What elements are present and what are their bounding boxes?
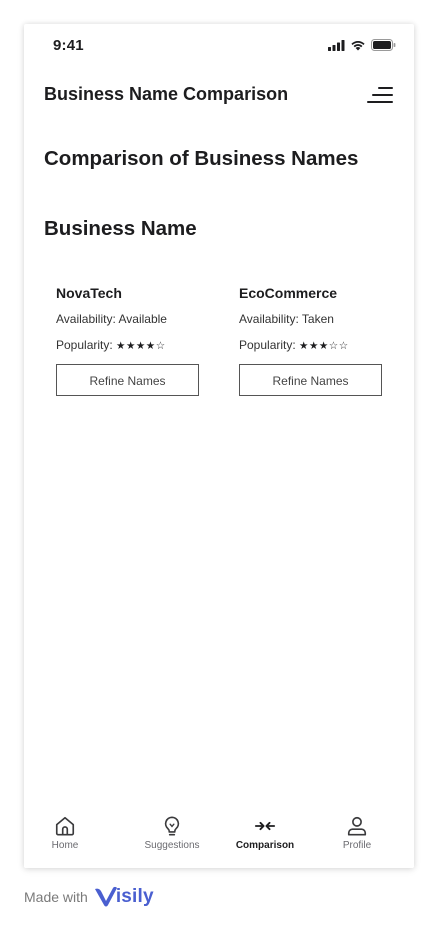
status-icons (328, 39, 396, 51)
phone-screen: 9:41 Business Name Comparison Comparison… (24, 24, 414, 868)
header-title: Business Name Comparison (44, 84, 289, 104)
made-with-text: Made with (24, 889, 88, 905)
section-title: Business Name (44, 217, 197, 240)
popularity-row: Popularity: ★★★★☆ (56, 337, 201, 355)
made-with-footer: Made with isily (24, 886, 154, 908)
tab-label: Profile (342, 840, 372, 851)
business-name-card: NovaTech Availability: Available Popular… (56, 284, 201, 396)
visily-v-icon (94, 886, 117, 907)
menu-lines-icon (367, 87, 393, 103)
home-icon (55, 816, 75, 836)
business-name: EcoCommerce (239, 285, 338, 301)
battery-icon (371, 39, 396, 51)
refine-names-button[interactable]: Refine Names (239, 364, 382, 396)
wifi-icon (351, 40, 365, 50)
menu-button[interactable] (366, 82, 394, 108)
tab-comparison[interactable]: Comparison (225, 814, 305, 852)
business-name: NovaTech (56, 285, 122, 301)
popularity-row: Popularity: ★★★☆☆ (239, 337, 384, 355)
signal-icon (328, 39, 345, 51)
tab-suggestions[interactable]: Suggestions (132, 814, 212, 852)
bottom-tab-bar: Home Suggestions Comparison Profile (24, 798, 414, 868)
availability-text: Availability: Available (56, 312, 167, 326)
business-name-card: EcoCommerce Availability: Taken Populari… (239, 284, 384, 396)
status-bar: 9:41 (24, 24, 414, 68)
tab-home[interactable]: Home (25, 814, 105, 852)
tab-profile[interactable]: Profile (317, 814, 397, 852)
popularity-label: Popularity: (56, 338, 113, 352)
page-title: Comparison of Business Names (44, 147, 359, 170)
brand-text: isily (115, 886, 154, 907)
tab-label: Suggestions (144, 840, 200, 851)
star-rating-icon: ★★★☆☆ (299, 340, 349, 352)
refine-names-button[interactable]: Refine Names (56, 364, 199, 396)
star-rating-icon: ★★★★☆ (116, 340, 166, 352)
tab-label: Comparison (235, 840, 295, 851)
compare-arrows-icon (254, 821, 276, 831)
lightbulb-icon (164, 816, 180, 836)
tab-label: Home (51, 840, 79, 851)
status-time: 9:41 (53, 37, 84, 54)
availability-text: Availability: Taken (239, 312, 334, 326)
visily-logo[interactable]: isily (94, 886, 154, 908)
popularity-label: Popularity: (239, 338, 296, 352)
app-header: Business Name Comparison (44, 82, 394, 108)
user-icon (347, 816, 367, 836)
